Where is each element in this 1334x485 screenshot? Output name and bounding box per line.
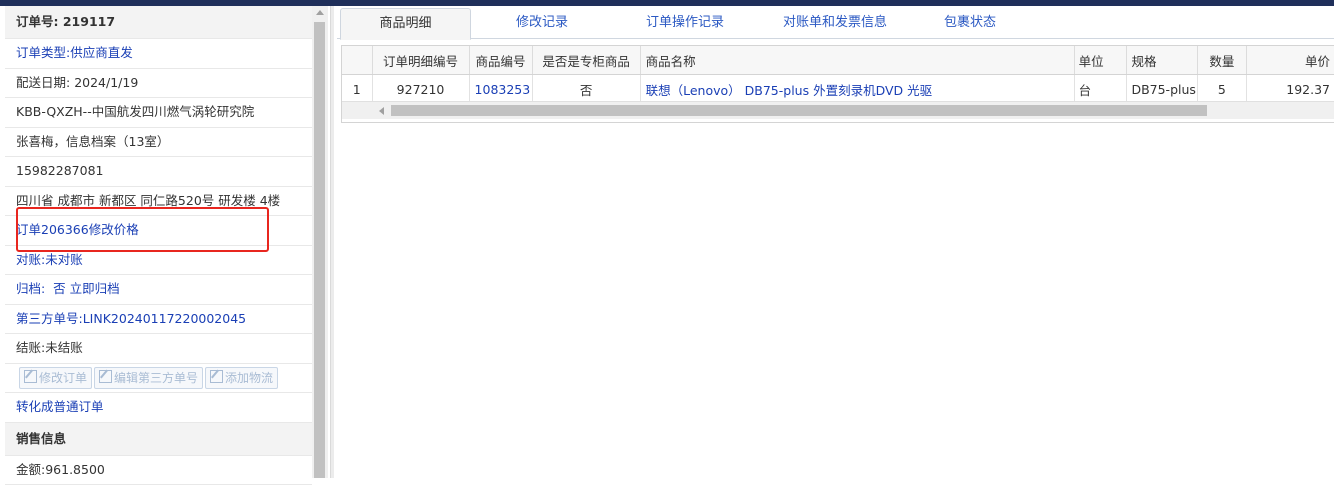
col-header-product-no[interactable]: 商品编号 xyxy=(469,46,532,75)
amount-row: 金额:961.8500 xyxy=(5,456,312,485)
table-header-row: 订单明细编号 商品编号 是否是专柜商品 商品名称 单位 规格 数量 单价 xyxy=(342,46,1334,75)
order-type-row: 订单类型:供应商直发 xyxy=(5,39,312,69)
reconcile-row: 对账:未对账 xyxy=(5,246,312,276)
address-row: 四川省 成都市 新都区 同仁路520号 研发楼 4楼 xyxy=(5,187,312,217)
sales-info-header: 销售信息 xyxy=(5,423,312,456)
col-header-index xyxy=(342,46,372,75)
scroll-left-icon[interactable] xyxy=(379,107,384,115)
tab-operation-records[interactable]: 订单操作记录 xyxy=(615,8,755,38)
order-info-panel: 订单号: 219117 订单类型:供应商直发 配送日期: 2024/1/19 K… xyxy=(5,6,313,478)
col-header-spec[interactable]: 规格 xyxy=(1127,46,1197,75)
order-number-header: 订单号: 219117 xyxy=(5,6,312,39)
order-number: 219117 xyxy=(63,14,115,29)
col-header-unit[interactable]: 单位 xyxy=(1074,46,1127,75)
convert-normal-order-link[interactable]: 转化成普通订单 xyxy=(16,399,104,414)
edit-icon xyxy=(210,370,223,383)
col-header-product-name[interactable]: 商品名称 xyxy=(640,46,1074,75)
row-index: 1 xyxy=(342,75,372,104)
edit-icon xyxy=(24,370,37,383)
tab-product-details[interactable]: 商品明细 xyxy=(340,8,471,40)
contact-row: 张喜梅，信息档案（13室） xyxy=(5,128,312,158)
order-type: 供应商直发 xyxy=(70,45,133,60)
horizontal-scrollbar-thumb[interactable] xyxy=(391,105,1207,116)
spec-cell: DB75-plus xyxy=(1127,75,1197,104)
action-buttons-row: 修改订单编辑第三方单号添加物流 xyxy=(5,364,312,394)
product-no-link[interactable]: 1083253 xyxy=(469,75,532,104)
detail-no-cell: 927210 xyxy=(372,75,469,104)
col-header-counter[interactable]: 是否是专柜商品 xyxy=(532,46,640,75)
modify-price-row: 订单206366修改价格 xyxy=(5,216,312,246)
third-party-row: 第三方单号:LINK20240117220002045 xyxy=(5,305,312,335)
product-name-link[interactable]: 联想（Lenovo） DB75-plus 外置刻录机DVD 光驱 xyxy=(640,75,1074,104)
tab-reconcile-invoice[interactable]: 对账单和发票信息 xyxy=(755,8,915,38)
product-grid: 订单明细编号 商品编号 是否是专柜商品 商品名称 单位 规格 数量 单价 1 9… xyxy=(341,45,1334,123)
convert-row: 转化成普通订单 xyxy=(5,393,312,423)
col-header-quantity[interactable]: 数量 xyxy=(1197,46,1246,75)
archive-now-link[interactable]: 立即归档 xyxy=(70,281,120,296)
detail-tabs: 商品明细 修改记录 订单操作记录 对账单和发票信息 包裹状态 xyxy=(337,8,1334,39)
tab-package-status[interactable]: 包裹状态 xyxy=(915,8,1025,38)
quantity-cell: 5 xyxy=(1197,75,1246,104)
archive-status: 否 xyxy=(53,281,66,296)
third-party-number: LINK20240117220002045 xyxy=(83,311,246,326)
edit-icon xyxy=(99,370,112,383)
product-table: 订单明细编号 商品编号 是否是专柜商品 商品名称 单位 规格 数量 单价 1 9… xyxy=(342,46,1334,104)
price-cell: 192.37 xyxy=(1246,75,1334,104)
add-logistics-button[interactable]: 添加物流 xyxy=(205,367,278,389)
counter-cell: 否 xyxy=(532,75,640,104)
archive-row: 归档: 否 立即归档 xyxy=(5,275,312,305)
amount-value: 961.8500 xyxy=(45,462,105,477)
phone-row: 15982287081 xyxy=(5,157,312,187)
settle-row: 结账:未结账 xyxy=(5,334,312,364)
col-header-price[interactable]: 单价 xyxy=(1246,46,1334,75)
unit-cell: 台 xyxy=(1074,75,1127,104)
scrollbar-thumb[interactable] xyxy=(314,22,325,478)
edit-third-party-button[interactable]: 编辑第三方单号 xyxy=(94,367,203,389)
tab-modify-records[interactable]: 修改记录 xyxy=(477,8,607,38)
customer-row: KBB-QXZH--中国航发四川燃气涡轮研究院 xyxy=(5,98,312,128)
scroll-up-icon[interactable] xyxy=(316,10,324,15)
delivery-date-row: 配送日期: 2024/1/19 xyxy=(5,69,312,99)
settle-status: 未结账 xyxy=(45,340,83,355)
delivery-date: 2024/1/19 xyxy=(74,75,138,90)
left-vertical-scrollbar[interactable] xyxy=(312,6,328,478)
reconcile-status: 未对账 xyxy=(45,252,83,267)
modify-order-button[interactable]: 修改订单 xyxy=(19,367,92,389)
panel-splitter[interactable] xyxy=(330,6,334,478)
col-header-detail-no[interactable]: 订单明细编号 xyxy=(372,46,469,75)
table-row[interactable]: 1 927210 1083253 否 联想（Lenovo） DB75-plus … xyxy=(342,75,1334,104)
grid-horizontal-scrollbar[interactable] xyxy=(342,101,1334,119)
modify-price-link[interactable]: 订单206366修改价格 xyxy=(16,222,139,237)
